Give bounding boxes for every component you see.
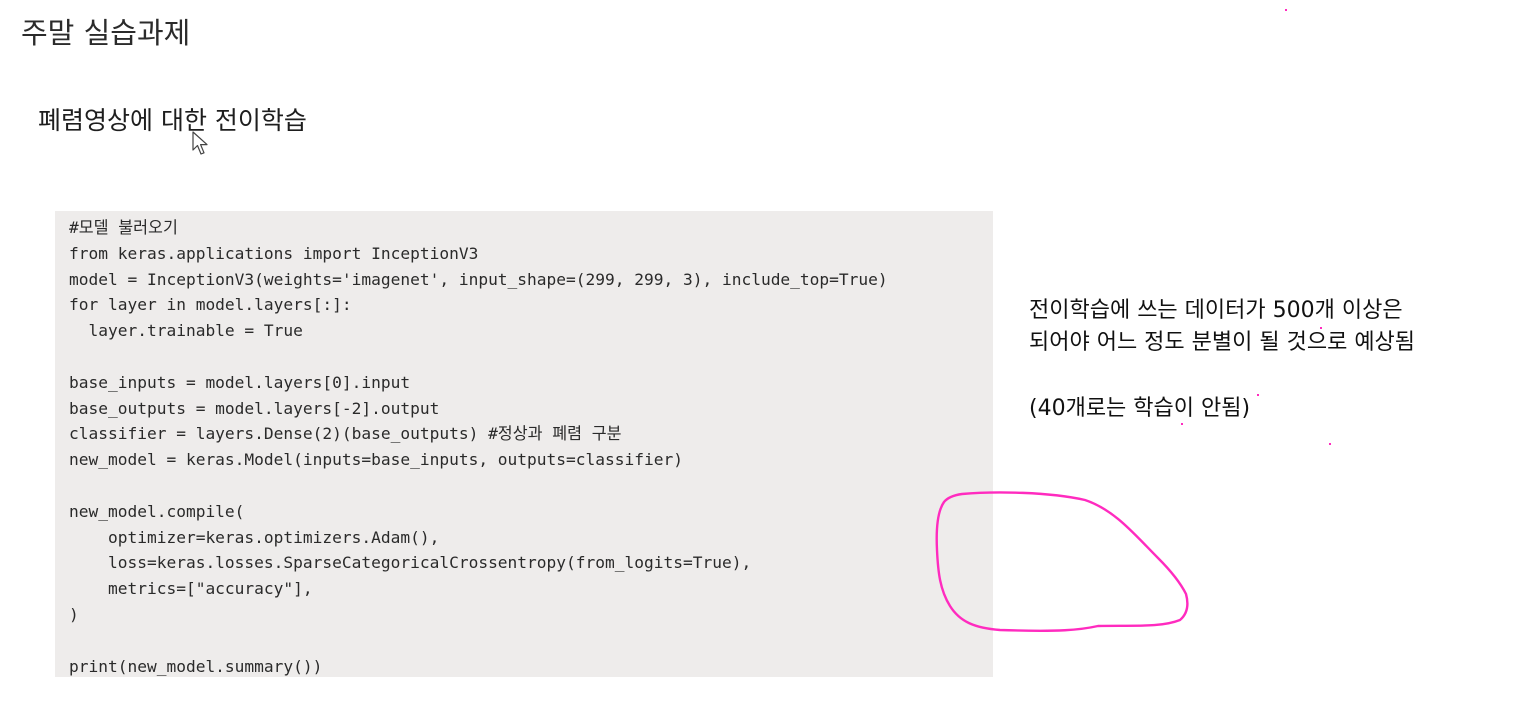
note-line: 전이학습에 쓰는 데이터가 500개 이상은 (1029, 298, 1403, 323)
code-line: from keras.applications import Inception… (69, 243, 479, 263)
code-line: model = InceptionV3(weights='imagenet', … (69, 269, 888, 289)
mouse-pointer-icon (192, 131, 208, 155)
code-line: base_outputs = model.layers[-2].output (69, 398, 440, 418)
code-line: classifier = layers.Dense(2)(base_output… (69, 424, 622, 444)
ink-dot (1181, 423, 1183, 425)
code-block: #모델 불러오기 from keras.applications import … (55, 211, 993, 677)
code-line: ) (69, 604, 79, 624)
code-line: print(new_model.summary()) (69, 656, 323, 676)
ink-dot (1285, 9, 1287, 11)
code-line: new_model.compile( (69, 501, 245, 521)
code-line: new_model = keras.Model(inputs=base_inpu… (69, 450, 683, 470)
note-line: (40개로는 학습이 안됨) (1029, 396, 1251, 421)
ink-dot (1329, 443, 1331, 445)
ink-dot (1257, 394, 1259, 396)
code-line: optimizer=keras.optimizers.Adam(), (69, 527, 440, 547)
code-line: for layer in model.layers[:]: (69, 295, 352, 315)
code-line: base_inputs = model.layers[0].input (69, 372, 411, 392)
code-line: layer.trainable = True (69, 321, 303, 341)
ink-dot (1320, 327, 1322, 329)
code-line: loss=keras.losses.SparseCategoricalCross… (69, 553, 752, 573)
code-line: #모델 불러오기 (69, 218, 178, 237)
code-line: metrics=["accuracy"], (69, 579, 313, 599)
note-line: 되어야 어느 정도 분별이 될 것으로 예상됨 (1029, 330, 1416, 355)
slide-subtitle: 폐렴영상에 대한 전이학습 (38, 106, 307, 135)
slide-title: 주말 실습과제 (21, 16, 191, 50)
